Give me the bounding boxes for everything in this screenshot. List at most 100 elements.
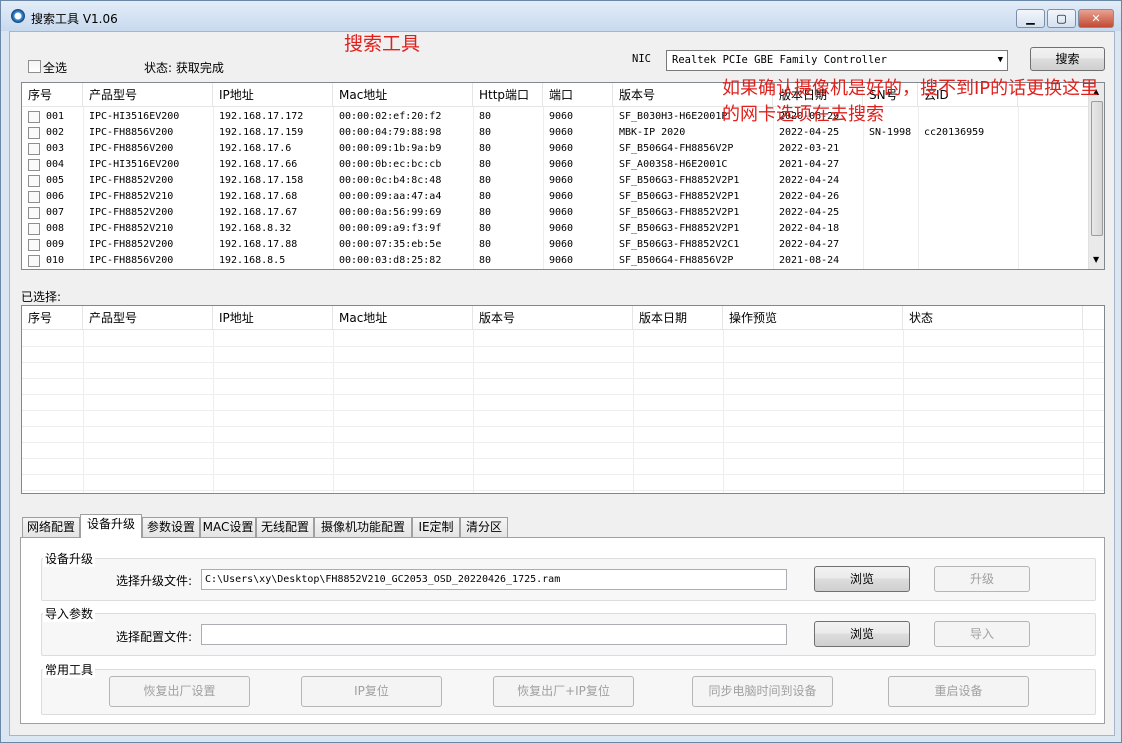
col-header[interactable]: Http端口: [473, 83, 543, 107]
import-button[interactable]: 导入: [934, 621, 1030, 647]
close-button[interactable]: ✕: [1078, 9, 1114, 28]
table-row[interactable]: 010 IPC-FH8856V200 192.168.8.5 00:00:03:d8:…: [22, 253, 1088, 269]
table-cell: 192.168.17.66: [219, 159, 298, 170]
table-cell: IPC-FH8852V200: [89, 207, 174, 218]
table-cell: 9060: [549, 175, 574, 186]
row-checkbox[interactable]: [28, 207, 40, 219]
selected-table-header: 序号 产品型号 IP地址 Mac地址 版本号 版本日期 操作预览 状态: [22, 306, 1104, 330]
table-cell: IPC-FH8852V210: [89, 191, 174, 202]
col-header[interactable]: IP地址: [213, 83, 333, 107]
grid-line: [1018, 107, 1019, 269]
table-cell: 80: [479, 255, 492, 266]
import-file-input[interactable]: [201, 624, 787, 645]
tab-mac-settings[interactable]: MAC设置: [200, 517, 256, 537]
scroll-down-icon[interactable]: ▼: [1093, 255, 1099, 264]
table-cell: SF_B506G3-FH8852V2C1: [619, 239, 740, 250]
nic-select[interactable]: Realtek PCIe GBE Family Controller ▼: [666, 50, 1008, 71]
nic-label: NIC: [632, 53, 651, 65]
col-header[interactable]: 序号: [22, 306, 83, 330]
table-row[interactable]: 008 IPC-FH8852V210 192.168.8.32 00:00:09:a9…: [22, 221, 1088, 237]
table-cell: SF_B506G4-FH8856V2P: [619, 255, 734, 266]
tab-device-upgrade[interactable]: 设备升级: [80, 514, 142, 538]
table-cell: 008: [46, 223, 65, 234]
table-cell: [869, 205, 918, 221]
table-row[interactable]: 004 IPC-HI3516EV200 192.168.17.66 00:00:0b:…: [22, 157, 1088, 173]
table-row[interactable]: 007 IPC-FH8852V200 192.168.17.67 00:00:0a:5…: [22, 205, 1088, 221]
window-title: 搜索工具 V1.06: [31, 12, 118, 26]
col-header[interactable]: 版本号: [473, 306, 633, 330]
grid-line: [22, 378, 1104, 379]
row-checkbox[interactable]: [28, 127, 40, 139]
table-cell: [869, 221, 918, 237]
table-cell: IPC-FH8852V210: [89, 223, 174, 234]
table-cell: [869, 173, 918, 189]
col-header[interactable]: Mac地址: [333, 306, 473, 330]
row-checkbox[interactable]: [28, 255, 40, 267]
factory-reset-button[interactable]: 恢复出厂设置: [109, 676, 250, 707]
tab-parameter-settings[interactable]: 参数设置: [142, 517, 200, 537]
table-row[interactable]: 009 IPC-FH8852V200 192.168.17.88 00:00:07:3…: [22, 237, 1088, 253]
col-header[interactable]: 操作预览: [723, 306, 903, 330]
table-cell: 80: [479, 239, 492, 250]
col-header[interactable]: 序号: [22, 83, 83, 107]
table-cell: 9060: [549, 255, 574, 266]
row-checkbox[interactable]: [28, 239, 40, 251]
minimize-button[interactable]: ▁: [1016, 9, 1045, 28]
table-row[interactable]: 005 IPC-FH8852V200 192.168.17.158 00:00:0c:…: [22, 173, 1088, 189]
table-cell: 2021-08-24: [779, 255, 840, 266]
upgrade-browse-button[interactable]: 浏览: [814, 566, 910, 592]
select-all-checkbox[interactable]: [28, 60, 41, 73]
ip-reset-button[interactable]: IP复位: [301, 676, 442, 707]
col-header[interactable]: Mac地址: [333, 83, 473, 107]
table-cell: IPC-FH8856V200: [89, 143, 174, 154]
row-checkbox[interactable]: [28, 111, 40, 123]
col-header[interactable]: 产品型号: [83, 83, 213, 107]
factory-ip-reset-button[interactable]: 恢复出厂+IP复位: [493, 676, 634, 707]
upgrade-button[interactable]: 升级: [934, 566, 1030, 592]
table-cell: 005: [46, 175, 65, 186]
table-cell: 00:00:09:a9:f3:9f: [339, 223, 442, 234]
row-checkbox[interactable]: [28, 175, 40, 187]
row-checkbox[interactable]: [28, 159, 40, 171]
table-cell: 00:00:07:35:eb:5e: [339, 239, 442, 250]
tab-ie-custom[interactable]: IE定制: [412, 517, 460, 537]
table-cell: 00:00:03:d8:25:82: [339, 255, 442, 266]
col-header[interactable]: 端口: [543, 83, 613, 107]
table-cell: 80: [479, 207, 492, 218]
tab-camera-function-config[interactable]: 摄像机功能配置: [314, 517, 412, 537]
table-cell: 9060: [549, 223, 574, 234]
sync-time-button[interactable]: 同步电脑时间到设备: [692, 676, 833, 707]
upgrade-file-input[interactable]: C:\Users\xy\Desktop\FH8852V210_GC2053_OS…: [201, 569, 787, 590]
table-cell: [924, 237, 1018, 253]
tab-network-config[interactable]: 网络配置: [22, 517, 80, 537]
table-cell: [924, 189, 1018, 205]
table-cell: 004: [46, 159, 65, 170]
tab-clear-partition[interactable]: 清分区: [460, 517, 508, 537]
table-cell: 00:00:0c:b4:8c:48: [339, 175, 442, 186]
maximize-button[interactable]: ▢: [1047, 9, 1076, 28]
table-cell: 2022-04-24: [779, 175, 840, 186]
import-browse-button[interactable]: 浏览: [814, 621, 910, 647]
table-cell: [869, 237, 918, 253]
col-header[interactable]: 版本日期: [633, 306, 723, 330]
table-cell: [869, 189, 918, 205]
table-cell: 003: [46, 143, 65, 154]
search-button[interactable]: 搜索: [1030, 47, 1105, 71]
col-header[interactable]: 产品型号: [83, 306, 213, 330]
grid-line: [22, 394, 1104, 395]
device-upgrade-panel: 设备升级 选择升级文件: C:\Users\xy\Desktop\FH8852V…: [20, 537, 1105, 724]
table-cell: [924, 253, 1018, 269]
main-window: 搜索工具 V1.06 ▁ ▢ ✕ 全选 状态: 获取完成 搜索工具 NIC Re…: [0, 0, 1122, 743]
col-header[interactable]: IP地址: [213, 306, 333, 330]
row-checkbox[interactable]: [28, 223, 40, 235]
reboot-device-button[interactable]: 重启设备: [888, 676, 1029, 707]
table-row[interactable]: 006 IPC-FH8852V210 192.168.17.68 00:00:09:a…: [22, 189, 1088, 205]
table-cell: 00:00:0b:ec:bc:cb: [339, 159, 442, 170]
tab-wireless-config[interactable]: 无线配置: [256, 517, 314, 537]
title-bar[interactable]: 搜索工具 V1.06 ▁ ▢ ✕: [1, 1, 1121, 31]
table-row[interactable]: 003 IPC-FH8856V200 192.168.17.6 00:00:09:1b…: [22, 141, 1088, 157]
col-header[interactable]: 状态: [903, 306, 1083, 330]
grid-line: [22, 474, 1104, 475]
row-checkbox[interactable]: [28, 143, 40, 155]
row-checkbox[interactable]: [28, 191, 40, 203]
